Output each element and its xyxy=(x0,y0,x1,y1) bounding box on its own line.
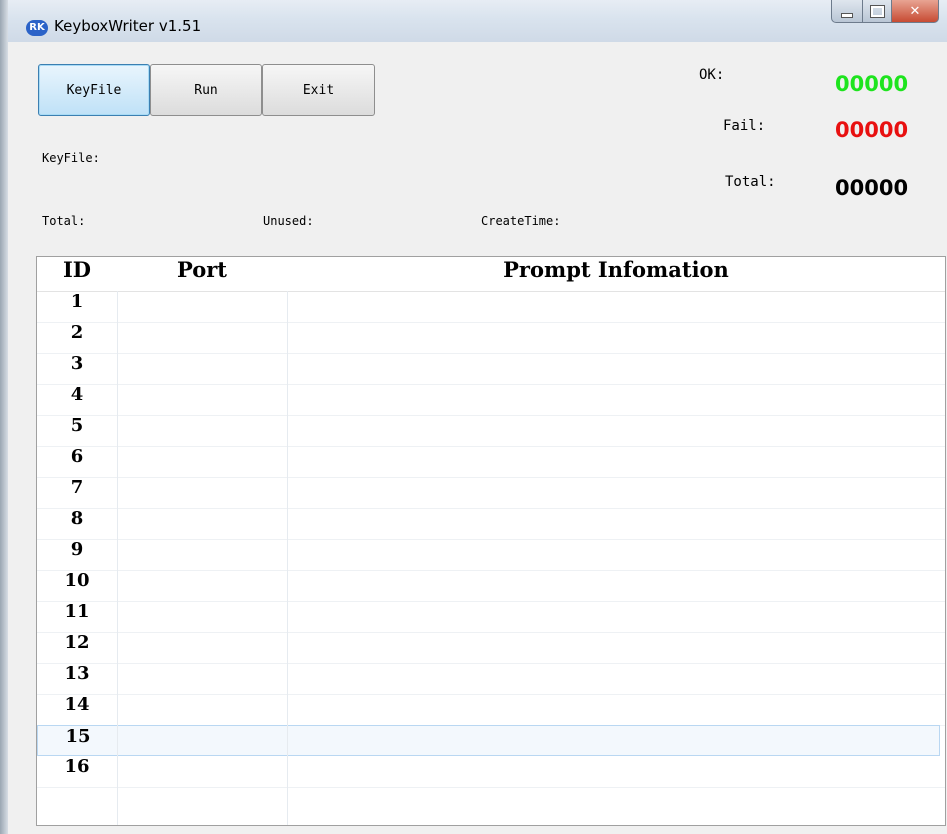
title-bar[interactable]: RK KeyboxWriter v1.51 ✕ xyxy=(8,0,947,42)
fail-label: Fail: xyxy=(723,118,766,134)
table-row[interactable]: 1 xyxy=(37,291,945,323)
table-row[interactable]: 8 xyxy=(37,508,945,540)
fail-count: 00000 xyxy=(835,118,909,142)
table-row[interactable]: 9 xyxy=(37,539,945,571)
create-time-label: CreateTime: xyxy=(481,214,561,228)
table-row[interactable]: 2 xyxy=(37,322,945,354)
grid-header: ID Port Prompt Infomation xyxy=(37,257,945,292)
row-id-cell: 3 xyxy=(70,353,84,374)
results-grid[interactable]: ID Port Prompt Infomation 1 2 3 4 5 6 7 8 9 10 11 1… xyxy=(36,256,946,826)
keyfile-button[interactable]: KeyFile xyxy=(38,64,150,116)
table-row[interactable]: 7 xyxy=(37,477,945,509)
row-id-cell: 8 xyxy=(70,508,84,529)
window-edge xyxy=(0,0,8,834)
table-row[interactable]: 4 xyxy=(37,384,945,416)
table-row[interactable]: 14 xyxy=(37,694,945,726)
row-id-cell: 16 xyxy=(64,756,90,777)
ok-count: 00000 xyxy=(835,72,909,96)
key-total-label: Total: xyxy=(42,214,86,228)
close-icon: ✕ xyxy=(909,3,921,19)
table-row[interactable]: 10 xyxy=(37,570,945,602)
app-window: RK KeyboxWriter v1.51 ✕ KeyFile Run Exit… xyxy=(0,0,947,834)
maximize-icon xyxy=(869,4,885,18)
table-row[interactable]: 11 xyxy=(37,601,945,633)
total-count: 00000 xyxy=(835,176,909,200)
keyfile-path-label: KeyFile: xyxy=(42,151,100,165)
column-divider xyxy=(287,291,288,825)
row-id-cell: 5 xyxy=(70,415,84,436)
table-row[interactable]: 15 xyxy=(37,725,940,756)
row-id-cell: 7 xyxy=(70,477,84,498)
row-id-cell: 1 xyxy=(70,291,84,312)
table-row[interactable]: 6 xyxy=(37,446,945,478)
row-id-cell: 10 xyxy=(64,570,90,591)
minimize-icon xyxy=(841,12,853,18)
table-row[interactable]: 13 xyxy=(37,663,945,695)
table-row[interactable]: 16 xyxy=(37,756,945,788)
row-id-cell: 15 xyxy=(65,726,91,747)
minimize-button[interactable] xyxy=(831,0,863,23)
row-id-cell: 12 xyxy=(64,632,90,653)
column-header-port[interactable]: Port xyxy=(117,257,287,291)
row-id-cell: 14 xyxy=(64,694,90,715)
exit-button[interactable]: Exit xyxy=(262,64,375,116)
window-title: KeyboxWriter v1.51 xyxy=(54,17,202,35)
app-logo-icon: RK xyxy=(26,20,48,36)
column-header-id[interactable]: ID xyxy=(37,257,117,291)
key-unused-label: Unused: xyxy=(263,214,314,228)
column-divider xyxy=(117,291,118,825)
run-button[interactable]: Run xyxy=(150,64,262,116)
ok-label: OK: xyxy=(699,67,725,83)
row-id-cell: 9 xyxy=(70,539,84,560)
maximize-button[interactable] xyxy=(863,0,892,23)
row-id-cell: 11 xyxy=(64,601,90,622)
row-id-cell: 6 xyxy=(70,446,84,467)
window-controls: ✕ xyxy=(831,0,939,23)
close-button[interactable]: ✕ xyxy=(892,0,939,23)
row-id-cell: 2 xyxy=(70,322,84,343)
table-row[interactable]: 12 xyxy=(37,632,945,664)
total-label: Total: xyxy=(725,174,776,190)
column-header-prompt[interactable]: Prompt Infomation xyxy=(287,257,945,291)
table-row[interactable]: 5 xyxy=(37,415,945,447)
main-panel: KeyFile Run Exit KeyFile: Total: Unused:… xyxy=(24,42,947,834)
table-row[interactable]: 3 xyxy=(37,353,945,385)
row-id-cell: 13 xyxy=(64,663,90,684)
row-id-cell: 4 xyxy=(70,384,84,405)
